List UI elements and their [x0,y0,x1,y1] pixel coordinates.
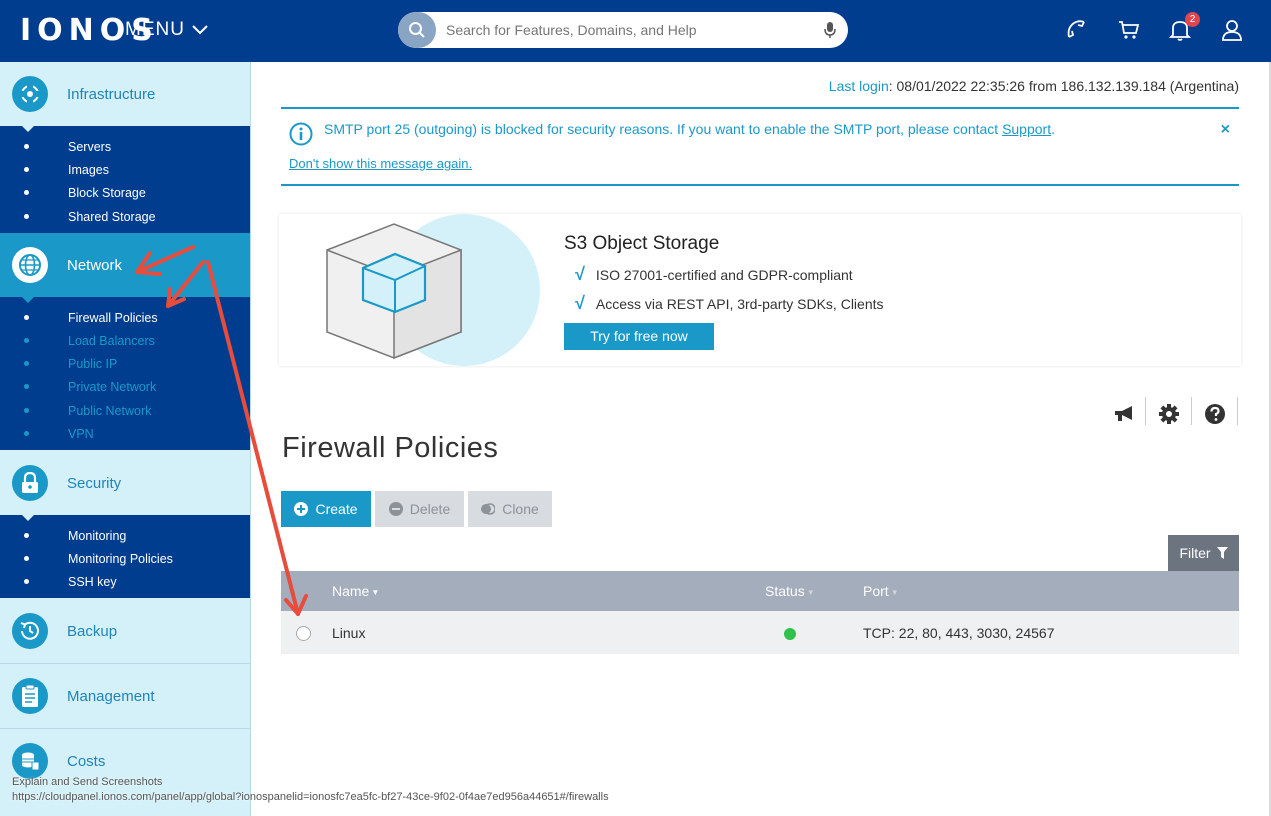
row-name: Linux [332,625,366,641]
infrastructure-icon [12,76,48,112]
menu-label: MENU [125,19,185,40]
sidebar-section-label: Security [67,474,122,492]
sidebar-item-block-storage[interactable]: Block Storage [0,181,250,204]
sidebar-item-monitoring[interactable]: Monitoring [0,524,250,547]
s3-promo-card: S3 Object Storage √ ISO 27001-certified a… [279,214,1241,366]
status-indicator [784,628,796,640]
sidebar-item-images[interactable]: Images [0,158,250,181]
table-row[interactable]: Linux TCP: 22, 80, 443, 3030, 24567 [281,611,1239,654]
user-icon[interactable] [1218,16,1246,44]
last-login-link[interactable]: Last login [829,78,889,94]
status-url: https://cloudpanel.ionos.com/panel/app/g… [12,791,609,803]
backup-clock-icon [12,613,48,649]
sidebar-section-infrastructure[interactable]: Infrastructure [0,62,250,126]
support-link[interactable]: Support [1002,121,1051,137]
sidebar-item-firewall-policies[interactable]: Firewall Policies [0,306,250,329]
sidebar-item-public-network[interactable]: Public Network [0,399,250,422]
try-free-button[interactable]: Try for free now [564,323,714,350]
search-input[interactable] [446,22,812,38]
info-icon [289,122,313,151]
promo-title: S3 Object Storage [564,233,720,254]
menu-button[interactable]: MENU [125,19,209,41]
bell-icon[interactable]: 2 [1166,12,1200,44]
clipboard-icon [12,678,48,714]
clone-button[interactable]: Clone [468,491,552,527]
screenshot-caption: Explain and Send Screenshots [12,776,163,788]
chevron-down-icon [192,25,208,35]
promo-feature: √ Access via REST API, 3rd-party SDKs, Cl… [574,293,884,313]
sidebar-section-network[interactable]: Network [0,233,250,297]
sidebar-item-monitoring-policies[interactable]: Monitoring Policies [0,547,250,570]
clone-icon [481,503,496,515]
sidebar-section-label: Backup [67,622,118,640]
filter-icon [1216,547,1228,559]
sidebar-item-public-ip[interactable]: Public IP [0,352,250,375]
sort-caret-icon: ▼ [371,587,380,597]
network-submenu: Firewall Policies Load Balancers Public … [0,296,250,450]
notice-message: SMTP port 25 (outgoing) is blocked for s… [324,121,1055,137]
sidebar-section-label: Management [67,687,155,705]
column-header-status[interactable]: Status ▼ [765,583,815,599]
last-login-info: Last login: 08/01/2022 22:35:26 from 186… [829,78,1239,94]
sort-caret-icon: ▼ [806,587,815,597]
microphone-icon[interactable] [812,21,848,39]
notification-badge: 2 [1185,12,1200,27]
help-icon[interactable] [1202,401,1228,427]
minus-circle-icon [388,502,403,516]
create-button[interactable]: Create [281,491,371,527]
sidebar-section-label: Network [67,256,123,274]
sidebar-item-load-balancers[interactable]: Load Balancers [0,329,250,352]
promo-feature: √ ISO 27001-certified and GDPR-compliant [574,264,853,284]
sidebar-item-shared-storage[interactable]: Shared Storage [0,205,250,228]
search-icon[interactable] [398,12,436,48]
column-header-name[interactable]: Name ▼ [332,583,379,599]
security-submenu: Monitoring Monitoring Policies SSH key [0,514,250,598]
delete-button[interactable]: Delete [375,491,464,527]
page-title: Firewall Policies [282,432,499,464]
sidebar-item-servers[interactable]: Servers [0,135,250,158]
smtp-notice-banner: SMTP port 25 (outgoing) is blocked for s… [281,107,1239,186]
sidebar-section-security[interactable]: Security [0,451,250,515]
phone-icon[interactable] [1062,16,1090,44]
sidebar-section-label: Infrastructure [67,85,156,103]
table-header: Name ▼ Status ▼ Port ▼ [281,571,1239,611]
close-icon[interactable]: × [1221,121,1230,139]
sidebar-section-management[interactable]: Management [0,664,250,728]
sidebar: Infrastructure Servers Images Block Stor… [0,62,251,816]
sidebar-section-label: Costs [67,752,106,770]
lock-icon [12,465,48,501]
sort-caret-icon: ▼ [890,587,899,597]
cart-icon[interactable] [1115,16,1143,44]
sidebar-item-ssh-key[interactable]: SSH key [0,570,250,593]
top-bar: IONOS MENU 2 [0,0,1271,62]
filter-button[interactable]: Filter [1168,535,1239,571]
sidebar-item-vpn[interactable]: VPN [0,422,250,445]
plus-circle-icon [294,502,309,516]
sidebar-item-private-network[interactable]: Private Network [0,375,250,398]
row-port: TCP: 22, 80, 443, 3030, 24567 [863,625,1055,641]
check-icon: √ [574,293,584,313]
megaphone-icon[interactable] [1111,401,1137,427]
search-bar [398,12,848,48]
infrastructure-submenu: Servers Images Block Storage Shared Stor… [0,125,250,233]
dont-show-again-link[interactable]: Don't show this message again. [289,156,472,171]
coins-icon [12,743,48,779]
storage-cube-illustration [326,214,540,366]
row-select-radio[interactable] [296,626,311,641]
network-globe-icon [12,247,48,283]
last-login-value: : 08/01/2022 22:35:26 from 186.132.139.1… [888,78,1239,94]
sidebar-section-backup[interactable]: Backup [0,599,250,663]
check-icon: √ [574,264,584,284]
gear-icon[interactable] [1156,401,1182,427]
column-header-port[interactable]: Port ▼ [863,583,899,599]
